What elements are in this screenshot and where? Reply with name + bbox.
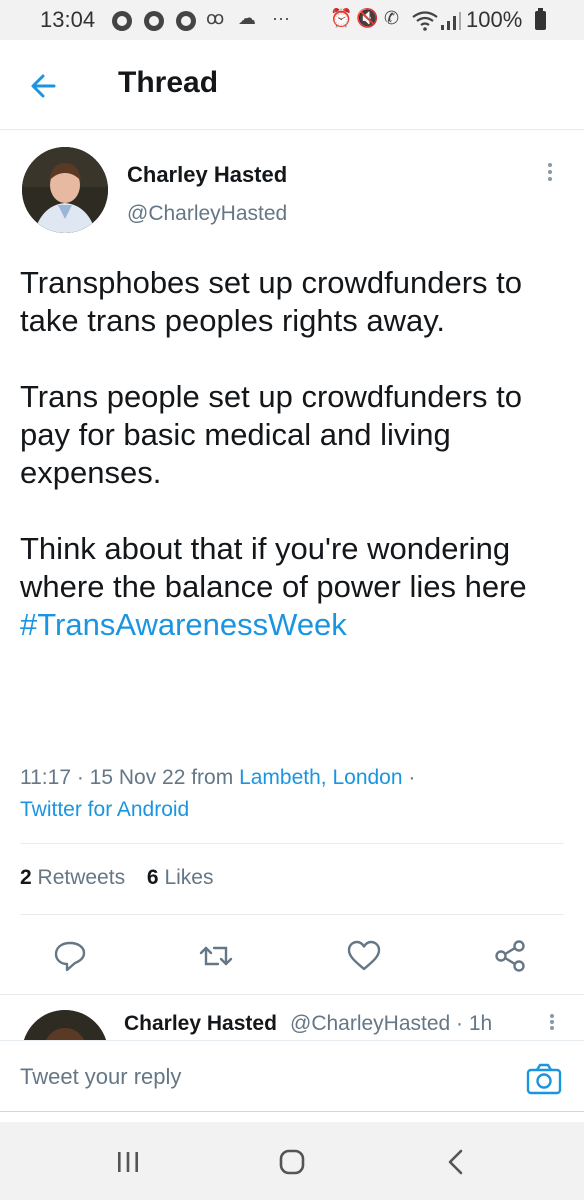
more-dot-icon <box>548 163 552 167</box>
home-button[interactable] <box>272 1146 312 1178</box>
battery-percent: 100% <box>466 7 523 32</box>
back-nav-button[interactable] <box>436 1146 476 1178</box>
page-title: Thread <box>118 66 219 99</box>
notification-icon <box>144 11 164 31</box>
reply-more-options-button[interactable] <box>545 1012 559 1036</box>
tweet-paragraph: Transphobes set up crowdfunders to take … <box>20 265 523 338</box>
status-bar: 13:04 ꝏ ☁ ··· ⏰ 🔇 ✆ 100% <box>0 0 584 40</box>
like-button[interactable] <box>346 938 382 974</box>
divider <box>20 914 564 915</box>
recent-apps-button[interactable] <box>108 1146 148 1178</box>
tweet-paragraph: Trans people set up crowdfunders to pay … <box>20 379 523 490</box>
tweet-paragraph-with-hashtag: Think about that if you're wondering whe… <box>20 530 570 644</box>
app-bar: Thread <box>0 40 584 130</box>
composer-underline <box>0 1111 584 1112</box>
notification-icon <box>176 11 196 31</box>
signal-icon <box>441 12 461 30</box>
voicemail-icon: ꝏ <box>206 8 225 28</box>
reply-author-handle[interactable]: @CharleyHasted · 1h <box>290 1012 492 1036</box>
location-link[interactable]: Lambeth, London <box>239 766 402 789</box>
more-dot-icon <box>550 1020 554 1024</box>
more-dot-icon <box>550 1026 554 1030</box>
mute-icon: 🔇 <box>356 8 379 28</box>
reply-input[interactable] <box>20 1059 500 1095</box>
tweet-stats: 2 Retweets 6 Likes <box>20 866 229 890</box>
retweets-stat[interactable]: 2 Retweets <box>20 866 125 889</box>
author-name[interactable]: Charley Hasted <box>127 162 287 188</box>
call-icon: ✆ <box>384 8 400 28</box>
more-dot-icon <box>548 177 552 181</box>
retweets-label: Retweets <box>37 866 126 889</box>
more-dot-icon <box>550 1014 554 1018</box>
wifi-icon <box>412 11 438 31</box>
more-dot-icon <box>548 170 552 174</box>
more-options-button[interactable] <box>540 160 560 190</box>
notification-icon <box>112 11 132 31</box>
hashtag-link[interactable]: #TransAwarenessWeek <box>20 607 347 642</box>
tweet-metadata: 11:17 · 15 Nov 22 from Lambeth, London ·… <box>20 762 570 826</box>
status-time: 13:04 <box>40 7 96 32</box>
likes-stat[interactable]: 6 Likes <box>147 866 214 889</box>
back-button[interactable] <box>24 68 64 104</box>
cloud-icon: ☁ <box>238 8 256 28</box>
divider <box>20 843 564 844</box>
home-icon <box>279 1149 305 1175</box>
share-button[interactable] <box>492 938 528 974</box>
likes-count: 6 <box>146 866 159 889</box>
tweet-paragraph: Think about that if you're wondering whe… <box>20 531 527 604</box>
tweet-text: Transphobes set up crowdfunders to take … <box>20 264 570 644</box>
system-nav-bar <box>0 1122 584 1200</box>
reply-composer <box>0 1040 584 1122</box>
source-link[interactable]: Twitter for Android <box>20 798 189 821</box>
recent-apps-icon <box>118 1152 138 1172</box>
share-icon <box>495 940 525 972</box>
reply-button[interactable] <box>52 938 88 974</box>
back-arrow-icon <box>31 74 56 98</box>
retweet-icon <box>199 946 233 966</box>
heart-icon <box>347 940 381 971</box>
avatar-photo <box>22 147 108 233</box>
alarm-icon: ⏰ <box>330 8 353 28</box>
meta-separator: · <box>402 766 416 789</box>
tweet-timestamp: 11:17 · 15 Nov 22 from <box>20 766 240 789</box>
reply-author-name[interactable]: Charley Hasted <box>124 1012 277 1036</box>
camera-button[interactable] <box>526 1063 562 1095</box>
likes-label: Likes <box>164 866 214 889</box>
retweets-count: 2 <box>20 866 32 889</box>
camera-icon <box>526 1063 562 1095</box>
more-notifications-icon: ··· <box>272 8 290 28</box>
back-chevron-icon <box>448 1149 463 1175</box>
author-avatar[interactable] <box>22 147 108 233</box>
author-handle[interactable]: @CharleyHasted <box>127 202 287 226</box>
divider <box>0 994 584 995</box>
battery-icon <box>535 8 546 30</box>
reply-icon <box>54 941 86 972</box>
retweet-button[interactable] <box>198 938 234 974</box>
